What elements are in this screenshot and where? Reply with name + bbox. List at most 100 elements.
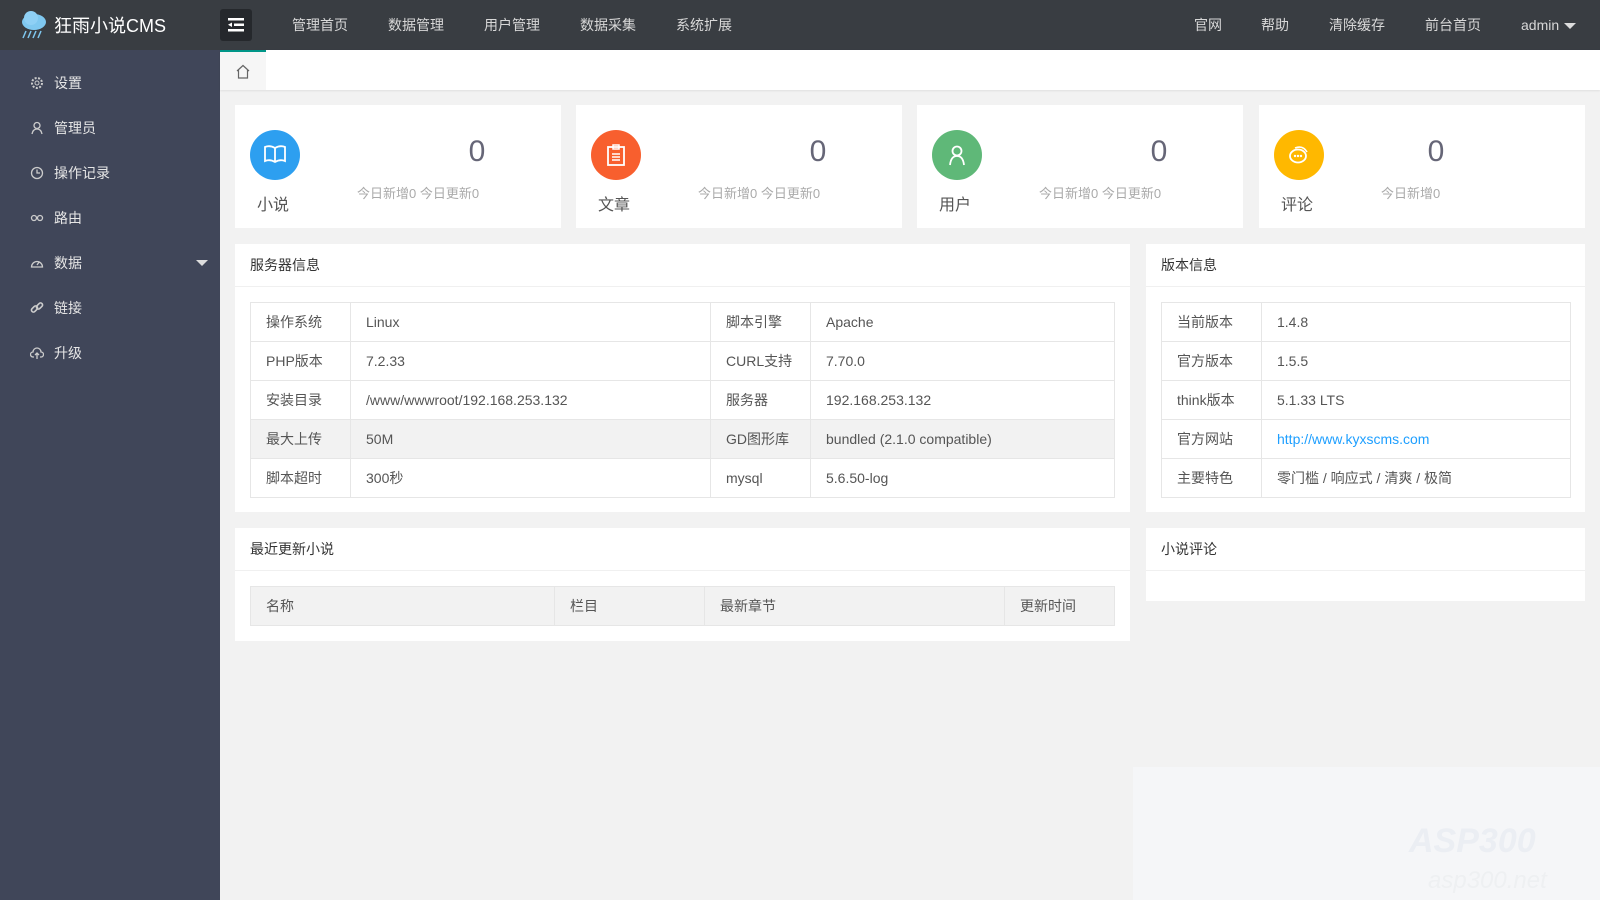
- home-icon: [236, 64, 250, 79]
- user-menu[interactable]: admin: [1521, 0, 1577, 50]
- book-icon: [250, 130, 300, 180]
- cell-value: 零门槛 / 响应式 / 清爽 / 极简: [1261, 458, 1571, 498]
- sidebar-item-routes[interactable]: 路由: [0, 195, 220, 240]
- cell-value: 300秒: [350, 458, 711, 498]
- username: admin: [1521, 17, 1560, 33]
- logo[interactable]: 狂雨小说CMS: [20, 10, 166, 40]
- nav-official-site[interactable]: 官网: [1194, 0, 1222, 50]
- menu-fold-icon: [228, 18, 244, 32]
- cell-value: 50M: [350, 419, 711, 459]
- column-header: 最新章节: [704, 586, 1005, 626]
- recent-novels-panel: 最近更新小说 名称 栏目 最新章节 更新时间: [235, 528, 1130, 641]
- sidebar-item-data[interactable]: 数据: [0, 240, 220, 285]
- dashboard-icon: [30, 260, 44, 268]
- tab-bar: [220, 50, 1600, 90]
- cell-label: 官方版本: [1161, 341, 1262, 381]
- watermark-url: asp300.net: [1428, 867, 1547, 894]
- card-count: 0: [1427, 135, 1445, 168]
- cell-label: CURL支持: [710, 341, 811, 381]
- caret-down-icon: [1564, 23, 1577, 30]
- cloud-upload-icon: [30, 346, 44, 359]
- table-header-row: 名称 栏目 最新章节 更新时间: [250, 586, 1115, 626]
- table-row: PHP版本 7.2.33 CURL支持 7.70.0: [250, 341, 1115, 381]
- cloud-rain-icon: [22, 11, 46, 39]
- watermark: ASP300 asp300.net: [1133, 767, 1600, 900]
- cell-value: 5.1.33 LTS: [1261, 380, 1571, 420]
- cell-label: mysql: [710, 458, 811, 498]
- sidebar-item-links[interactable]: 链接: [0, 285, 220, 330]
- nav-user-management[interactable]: 用户管理: [484, 0, 540, 50]
- stat-card-novels: 小说 0 今日新增0 今日更新0: [235, 105, 561, 228]
- cell-value: bundled (2.1.0 compatible): [810, 419, 1115, 459]
- nav-system-extension[interactable]: 系统扩展: [676, 0, 732, 50]
- sidebar-item-admins[interactable]: 管理员: [0, 105, 220, 150]
- panel-title: 小说评论: [1146, 528, 1585, 571]
- cell-label: 当前版本: [1161, 302, 1262, 342]
- stat-card-users: 用户 0 今日新增0 今日更新0: [917, 105, 1243, 228]
- link-icon: [30, 301, 44, 313]
- nav-data-management[interactable]: 数据管理: [388, 0, 444, 50]
- nav-frontend-home[interactable]: 前台首页: [1425, 0, 1481, 50]
- sidebar-item-label: 操作记录: [54, 164, 110, 181]
- table-row: think版本 5.1.33 LTS: [1161, 380, 1571, 420]
- nav-help[interactable]: 帮助: [1261, 0, 1289, 50]
- cell-value: Apache: [810, 302, 1115, 342]
- cell-label: PHP版本: [250, 341, 351, 381]
- table-row: 安装目录/www/wwwroot/192.168.253.132 服务器 192.1…: [250, 380, 1115, 420]
- sidebar-item-label: 设置: [54, 74, 82, 91]
- cell-value: 1.4.8: [1261, 302, 1571, 342]
- table-row: 最大上传 50M GD图形库 bundled (2.1.0 compatible): [250, 419, 1115, 459]
- comment-icon: [1274, 130, 1324, 180]
- card-subtext: 今日新增0: [1381, 186, 1441, 201]
- server-info-panel: 服务器信息 操作系统 Linux 脚本引擎 Apache PHP版本 7.2.33 CURL…: [235, 244, 1130, 512]
- tab-home[interactable]: [220, 50, 266, 90]
- cell-value: Linux: [350, 302, 711, 342]
- official-site-link[interactable]: http://www.kyxscms.com: [1277, 431, 1429, 447]
- cell-label: 最大上传: [250, 419, 351, 459]
- column-header: 栏目: [554, 586, 705, 626]
- table-row: 主要特色 零门槛 / 响应式 / 清爽 / 极简: [1161, 458, 1571, 498]
- nav-admin-home[interactable]: 管理首页: [292, 0, 348, 50]
- sidebar-item-settings[interactable]: 设置: [0, 60, 220, 105]
- sidebar-item-label: 路由: [54, 209, 82, 226]
- sidebar-toggle-button[interactable]: [220, 9, 252, 41]
- cell-value: 192.168.253.132: [810, 380, 1115, 420]
- cell-label: think版本: [1161, 380, 1262, 420]
- card-subtext: 今日新增0 今日更新0: [357, 186, 480, 201]
- table-row: 官方网站 http://www.kyxscms.com: [1161, 419, 1571, 459]
- server-info-table: 操作系统 Linux 脚本引擎 Apache PHP版本 7.2.33 CURL支持 7.70…: [250, 302, 1115, 498]
- column-header: 更新时间: [1004, 586, 1115, 626]
- cell-value: 7.2.33: [350, 341, 711, 381]
- novel-comments-panel: 小说评论: [1146, 528, 1585, 601]
- panel-title: 服务器信息: [235, 244, 1130, 287]
- cell-label: 服务器: [710, 380, 811, 420]
- stat-card-articles: 文章 0 今日新增0 今日更新0: [576, 105, 902, 228]
- card-count: 0: [1150, 135, 1168, 168]
- nav-clear-cache[interactable]: 清除缓存: [1329, 0, 1385, 50]
- card-count: 0: [468, 135, 486, 168]
- caret-down-icon: [196, 259, 208, 266]
- cell-value: /www/wwwroot/192.168.253.132: [350, 380, 711, 420]
- user-icon: [932, 130, 982, 180]
- stat-card-comments: 评论 0 今日新增0: [1259, 105, 1585, 228]
- column-header: 名称: [250, 586, 555, 626]
- cell-label: 安装目录: [250, 380, 351, 420]
- top-header: 狂雨小说CMS 管理首页 数据管理 用户管理 数据采集 系统扩展 官网 帮助 清…: [0, 0, 1600, 50]
- sidebar-item-upgrade[interactable]: 升级: [0, 330, 220, 375]
- panel-title: 最近更新小说: [235, 528, 1130, 571]
- table-row: 操作系统 Linux 脚本引擎 Apache: [250, 302, 1115, 342]
- table-row: 官方版本 1.5.5: [1161, 341, 1571, 381]
- cell-label: 官方网站: [1161, 419, 1262, 459]
- cell-value: 1.5.5: [1261, 341, 1571, 381]
- sidebar-item-operation-log[interactable]: 操作记录: [0, 150, 220, 195]
- user-icon: [31, 121, 43, 134]
- version-info-table: 当前版本 1.4.8 官方版本 1.5.5 think版本 5.1.33 LTS 官方网站 h…: [1161, 302, 1571, 498]
- table-row: 当前版本 1.4.8: [1161, 302, 1571, 342]
- sidebar-item-label: 链接: [54, 299, 82, 316]
- panel-title: 版本信息: [1146, 244, 1585, 287]
- nav-data-collection[interactable]: 数据采集: [580, 0, 636, 50]
- cell-label: 操作系统: [250, 302, 351, 342]
- clipboard-icon: [591, 130, 641, 180]
- cell-label: 脚本超时: [250, 458, 351, 498]
- sidebar: 设置 管理员 操作记录 路由 数据 链接 升级: [0, 50, 220, 900]
